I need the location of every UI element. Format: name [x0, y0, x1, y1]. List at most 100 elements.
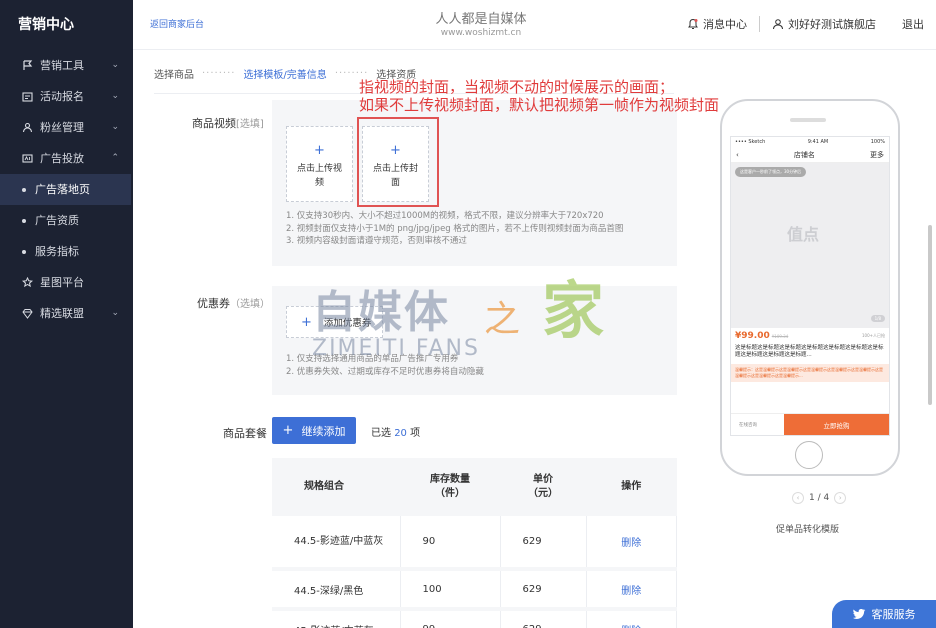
sidebar-item-alliance[interactable]: 精选联盟 ⌄ [0, 298, 133, 329]
phone-home-button [795, 441, 823, 469]
step-select-product: 选择商品 [154, 70, 194, 81]
delete-link[interactable]: 删除 [621, 538, 641, 549]
cell-op: 删除 [586, 609, 677, 628]
image-counter: 1/8 [870, 315, 885, 322]
table-header-row: 规格组合 库存数量 （件） 单价 （元） 操作 [272, 458, 677, 516]
template-name: 促单品转化模版 [776, 525, 840, 535]
sidebar-sub-ad-qualification[interactable]: 广告资质 [0, 205, 133, 236]
message-center-label: 消息中心 [703, 18, 747, 31]
buy-now-button: 立即抢购 [784, 414, 889, 435]
scrollbar[interactable] [928, 225, 932, 405]
annotation-line: 如果不上传视频封面，默认把视频第一帧作为视频封面 [359, 96, 720, 114]
continue-add-label: 继续添加 [301, 424, 346, 438]
message-center-button[interactable]: 消息中心 [687, 16, 747, 32]
page-indicator: 1 / 4 [809, 493, 830, 503]
sidebar-sub-service-metrics[interactable]: 服务指标 [0, 236, 133, 267]
col-price: 单价 （元） [500, 458, 586, 516]
calendar-icon [20, 90, 34, 104]
cell-price: 629 [500, 516, 587, 571]
prev-arrow-icon[interactable]: ‹ [792, 492, 804, 504]
delete-link[interactable]: 删除 [621, 586, 641, 597]
customer-service-button[interactable]: 客服服务 [832, 600, 936, 628]
annotation-line: 指视频的封面，当视频不动的时候展示的画面； [359, 78, 675, 96]
bell-icon [688, 18, 698, 29]
price: ¥99.00 ¥109.34 [735, 331, 788, 341]
brand-cn: 人人都是自媒体 [435, 12, 527, 27]
sidebar-sub-label: 广告落地页 [35, 183, 90, 196]
app-root: 营销中心 营销工具 ⌄ 活动报名 ⌄ 粉丝管理 ⌄ 广告投放 ⌃ 广告落地页 广… [0, 0, 936, 628]
plus-icon: + [301, 314, 312, 330]
exit-button[interactable]: 退出 [902, 16, 924, 32]
note-line: 3. 视频内容级封面请遵守规范，否则审核不通过 [286, 236, 467, 246]
spec-table: 规格组合 库存数量 （件） 单价 （元） 操作 44.5-影迹蓝/中蓝灰 90 62… [272, 458, 677, 628]
note-line: 2. 优惠券失效、过期或库存不足时优惠券将自动隐藏 [286, 366, 484, 377]
cell-price: 629 [500, 609, 587, 628]
image-placeholder-mark: 值点 [787, 225, 820, 244]
sidebar: 营销中心 营销工具 ⌄ 活动报名 ⌄ 粉丝管理 ⌄ 广告投放 ⌃ 广告落地页 广… [0, 0, 133, 628]
phone-status-bar: •••• Sketch 9:41 AM 100% [731, 137, 889, 147]
shop-title: 店铺名 [793, 150, 815, 159]
cell-spec: 44.5-深绿/黑色 [272, 569, 401, 611]
chevron-up-icon: ⌃ [111, 153, 119, 163]
sidebar-item-ads[interactable]: 广告投放 ⌃ [0, 143, 133, 174]
coupon-label-text: 优惠券 [197, 297, 230, 310]
orig-price: ¥109.34 [771, 333, 789, 339]
user-icon [773, 19, 783, 30]
annotation-text: 指视频的封面，当视频不动的时候展示的画面； 如果不上传视频封面，默认把视频第一帧… [359, 78, 719, 114]
coupon-label: 优惠券（选填） [197, 295, 270, 311]
brand-en: www.woshizmt.cn [440, 28, 522, 38]
status-left: •••• Sketch [735, 139, 766, 145]
phone-speaker [790, 118, 826, 122]
step-dots: ········ [202, 68, 236, 79]
table-row: 44.5-影迹蓝/中蓝灰 90 629 删除 [272, 516, 677, 571]
back-to-merchant-link[interactable]: 返回商家后台 [150, 17, 204, 30]
continue-add-button[interactable]: + 继续添加 [272, 417, 356, 444]
selected-number: 20 [394, 428, 407, 439]
cell-spec: 45-影迹蓝/中蓝灰 [272, 609, 401, 628]
note-line: 1. 仅支持选择通用商品的单品广告推广专用券 [286, 354, 459, 364]
selected-count: 已选 20 项 [371, 424, 420, 439]
plus-icon: + [282, 423, 294, 438]
brand-watermark: 人人都是自媒体 www.woshizmt.cn [421, 8, 541, 38]
sidebar-item-label: 精选联盟 [40, 307, 84, 320]
chevron-down-icon: ⌄ [111, 60, 119, 70]
next-arrow-icon[interactable]: › [834, 492, 847, 504]
back-icon: ‹ [736, 150, 739, 159]
cell-stock: 90 [400, 516, 501, 571]
sold-count: 100+人已抢 [862, 332, 885, 338]
warning-banner: 温馨提示：这是温馨提示这是温馨提示这是温馨提示这是温馨提示这是温馨提示这是温馨提… [731, 364, 889, 382]
diamond-icon [20, 307, 34, 321]
sidebar-item-label: 粉丝管理 [40, 121, 84, 134]
bullet-icon [22, 187, 26, 192]
sidebar-sub-label: 广告资质 [35, 214, 79, 227]
col-stock-1: 库存数量 [430, 474, 470, 485]
cell-stock: 100 [400, 569, 501, 611]
chevron-down-icon: ⌄ [111, 122, 119, 132]
star-icon [20, 276, 34, 290]
coupon-notes: 1. 仅支持选择通用商品的单品广告推广专用券 2. 优惠券失效、过期或库存不足时… [286, 353, 484, 378]
sidebar-item-label: 星图平台 [40, 276, 84, 289]
upload-video-button[interactable]: + 点击上传视频 [286, 126, 353, 202]
phone-screen: •••• Sketch 9:41 AM 100% ‹ 店铺名 更多 这是客户一秒… [730, 136, 890, 436]
bullet-icon [22, 249, 26, 254]
cell-op: 删除 [586, 516, 677, 571]
add-coupon-button[interactable]: + 添加优惠券 [286, 306, 383, 338]
video-notes: 1. 仅支持30秒内、大小不超过1000M的视频，格式不限，建议分辨率大于720… [286, 210, 623, 248]
fans-icon [20, 121, 34, 135]
bird-icon [852, 609, 865, 619]
col-price-1: 单价 [533, 474, 553, 485]
cell-stock: 99 [400, 609, 501, 628]
status-time: 9:41 AM [807, 139, 829, 145]
chevron-down-icon: ⌄ [111, 308, 119, 318]
bullet-icon [22, 218, 26, 223]
sidebar-item-star-map[interactable]: 星图平台 [0, 267, 133, 298]
sidebar-title: 营销中心 [18, 17, 74, 33]
cell-spec: 44.5-影迹蓝/中蓝灰 [272, 516, 401, 571]
sidebar-item-label: 广告投放 [40, 152, 84, 165]
status-battery: 100% [870, 139, 885, 145]
sidebar-item-marketing-tools[interactable]: 营销工具 ⌄ [0, 50, 133, 81]
sidebar-item-event-signup[interactable]: 活动报名 ⌄ [0, 81, 133, 112]
sidebar-item-fans[interactable]: 粉丝管理 ⌄ [0, 112, 133, 143]
shop-account-button[interactable]: 刘好好测试旗舰店 [772, 16, 876, 32]
sidebar-sub-landing-page[interactable]: 广告落地页 [0, 174, 131, 205]
